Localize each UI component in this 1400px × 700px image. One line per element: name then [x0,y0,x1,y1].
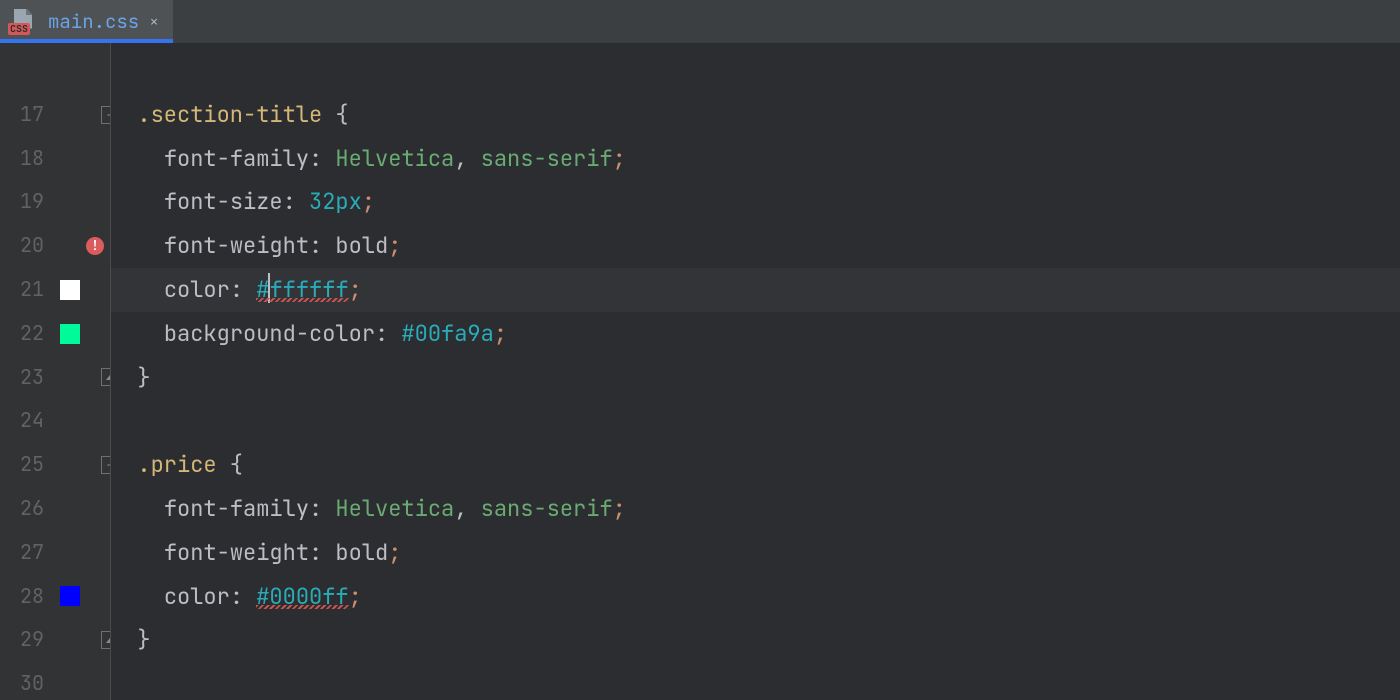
code-area[interactable]: .section-title { font-family: Helvetica,… [110,43,1400,700]
code-line[interactable] [111,399,1400,443]
fold-icon[interactable] [101,456,110,474]
code-line[interactable]: background-color: #00fa9a; [111,312,1400,356]
code-line[interactable]: color: #0000ff; [111,575,1400,619]
tab-filename: main.css [48,9,139,34]
fold-end-icon[interactable] [101,368,110,386]
code-line[interactable]: } [111,356,1400,400]
tab-bar: CSS main.css × [0,0,1400,43]
code-line[interactable]: font-size: 32px; [111,180,1400,224]
gutter-line-numbers: 17 18 19 20 21 22 23 24 25 26 27 28 29 3… [0,43,54,700]
close-icon[interactable]: × [149,11,159,32]
code-line[interactable] [111,662,1400,700]
code-line[interactable]: font-weight: bold; [111,224,1400,268]
code-line[interactable]: .section-title { [111,93,1400,137]
error-bulb-icon[interactable]: ! [86,237,104,255]
color-swatch[interactable] [60,324,80,344]
color-swatch[interactable] [60,280,80,300]
code-line[interactable]: font-family: Helvetica, sans-serif; [111,487,1400,531]
code-line[interactable]: font-weight: bold; [111,531,1400,575]
code-line[interactable] [111,49,1400,93]
code-line[interactable]: } [111,618,1400,662]
css-file-icon: CSS [8,9,38,35]
code-line-active[interactable]: color: #ffffff; [111,268,1400,312]
fold-icon[interactable] [101,106,110,124]
code-line[interactable]: .price { [111,443,1400,487]
gutter-icons: ! [54,43,110,700]
editor: 17 18 19 20 21 22 23 24 25 26 27 28 29 3… [0,43,1400,700]
code-line[interactable]: font-family: Helvetica, sans-serif; [111,137,1400,181]
color-swatch[interactable] [60,586,80,606]
tab[interactable]: CSS main.css × [0,0,173,43]
fold-end-icon[interactable] [101,631,110,649]
